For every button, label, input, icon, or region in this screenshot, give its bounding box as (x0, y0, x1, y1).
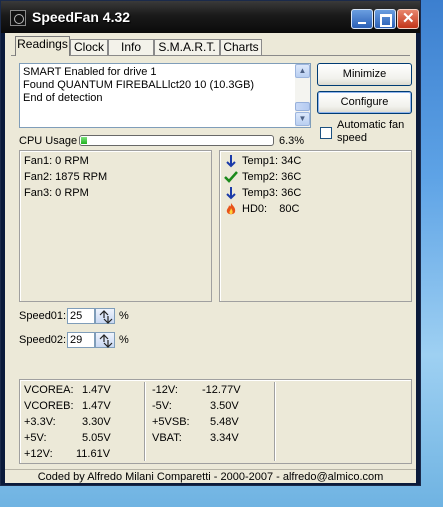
tab-readings[interactable]: Readings (15, 36, 70, 56)
scroll-down-icon[interactable]: ▼ (295, 112, 310, 126)
scroll-thumb[interactable] (295, 102, 310, 111)
tab-info[interactable]: Info (108, 39, 154, 55)
temps-panel: Temp1: 34C Temp2: 36C Temp3: 36C HD0: 80… (219, 150, 412, 302)
voltage-value: 3.34V (210, 432, 239, 444)
voltage-value: 1.47V (82, 384, 111, 396)
scroll-up-icon[interactable]: ▲ (295, 64, 310, 78)
configure-button[interactable]: Configure (317, 91, 412, 114)
temp-reading: HD0: 80C (224, 202, 404, 218)
cpu-usage-segment (81, 137, 87, 144)
arrow-down-icon (226, 155, 236, 168)
speed02-unit: % (119, 334, 129, 346)
log-line: End of detection (23, 92, 103, 104)
voltage-name: +3.3V: (24, 416, 56, 428)
cpu-usage-label: CPU Usage (19, 135, 78, 147)
fan-reading: Fan1: 0 RPM (24, 155, 89, 167)
temp-reading: Temp2: 36C (224, 170, 404, 186)
voltage-name: +5VSB: (152, 416, 190, 428)
tab-divider (11, 55, 410, 56)
spinner-arrows-icon (99, 334, 113, 348)
checkmark-icon (224, 171, 238, 183)
temp-reading: Temp1: 34C (224, 154, 404, 170)
maximize-icon (380, 14, 392, 27)
log-scrollbar[interactable]: ▲ ▼ (295, 64, 310, 127)
speed01-spinner[interactable] (95, 308, 115, 324)
voltage-value: 11.61V (76, 448, 111, 460)
status-bar: Coded by Alfredo Milani Comparetti - 200… (5, 469, 416, 484)
client-area: Readings Clock Info S.M.A.R.T. Charts SM… (5, 33, 416, 483)
log-line: SMART Enabled for drive 1 (23, 66, 157, 78)
voltages-panel: VCOREA: 1.47V VCOREB: 1.47V +3.3V: 3.30V… (19, 379, 412, 464)
cpu-usage-bar (79, 135, 274, 146)
tab-charts[interactable]: Charts (220, 39, 262, 55)
speed01-unit: % (119, 310, 129, 322)
arrow-down-icon (226, 187, 236, 200)
temp-reading: Temp3: 36C (224, 186, 404, 202)
voltage-name: -12V: (152, 384, 178, 396)
app-fan-icon[interactable] (10, 10, 26, 26)
voltage-value: 5.05V (82, 432, 111, 444)
spinner-arrows-icon (99, 310, 113, 324)
automatic-fan-speed-label: Automatic fan speed (337, 119, 405, 144)
speed01-label: Speed01: (19, 310, 67, 322)
minimize-icon (358, 22, 366, 24)
voltage-name: VCOREA: (24, 384, 74, 396)
speed02-input[interactable]: 29 (67, 332, 95, 348)
temp-label: Temp3: 36C (242, 187, 302, 199)
cpu-usage-fill (81, 137, 87, 144)
speedfan-window: SpeedFan 4.32 ✕ Readings Clock Info S.M.… (0, 0, 421, 486)
voltage-value: 1.47V (82, 400, 111, 412)
log-line: Found QUANTUM FIREBALLlct20 10 (10.3GB) (23, 79, 255, 91)
window-minimize-button[interactable] (351, 9, 373, 29)
flame-icon (226, 203, 236, 215)
voltage-value: 3.30V (82, 416, 111, 428)
temp-label: HD0: 80C (242, 203, 300, 215)
minimize-button[interactable]: Minimize (317, 63, 412, 86)
title-bar[interactable]: SpeedFan 4.32 ✕ (1, 1, 420, 33)
tab-smart[interactable]: S.M.A.R.T. (154, 39, 220, 55)
speed02-spinner[interactable] (95, 332, 115, 348)
cpu-usage-value: 6.3% (279, 135, 305, 147)
voltage-value: -12.77V (202, 384, 241, 396)
tab-clock[interactable]: Clock (70, 39, 108, 55)
temp-label: Temp2: 36C (242, 171, 302, 183)
automatic-fan-speed-checkbox[interactable] (320, 127, 332, 139)
fan-reading: Fan3: 0 RPM (24, 187, 89, 199)
voltage-divider (144, 382, 145, 461)
window-title: SpeedFan 4.32 (32, 9, 131, 25)
speed01-input[interactable]: 25 (67, 308, 95, 324)
window-maximize-button[interactable] (374, 9, 396, 29)
fan-reading: Fan2: 1875 RPM (24, 171, 108, 183)
voltage-name: -5V: (152, 400, 172, 412)
log-textarea[interactable]: SMART Enabled for drive 1 Found QUANTUM … (19, 63, 311, 128)
temp-label: Temp1: 34C (242, 155, 302, 167)
voltage-value: 3.50V (210, 400, 239, 412)
close-icon: ✕ (402, 10, 415, 27)
speed02-label: Speed02: (19, 334, 67, 346)
voltage-name: +5V: (24, 432, 47, 444)
voltage-name: +12V: (24, 448, 53, 460)
window-close-button[interactable]: ✕ (397, 9, 419, 29)
voltage-value: 5.48V (210, 416, 239, 428)
fans-panel: Fan1: 0 RPM Fan2: 1875 RPM Fan3: 0 RPM (19, 150, 212, 302)
voltage-divider (274, 382, 275, 461)
voltage-name: VBAT: (152, 432, 182, 444)
voltage-name: VCOREB: (24, 400, 74, 412)
